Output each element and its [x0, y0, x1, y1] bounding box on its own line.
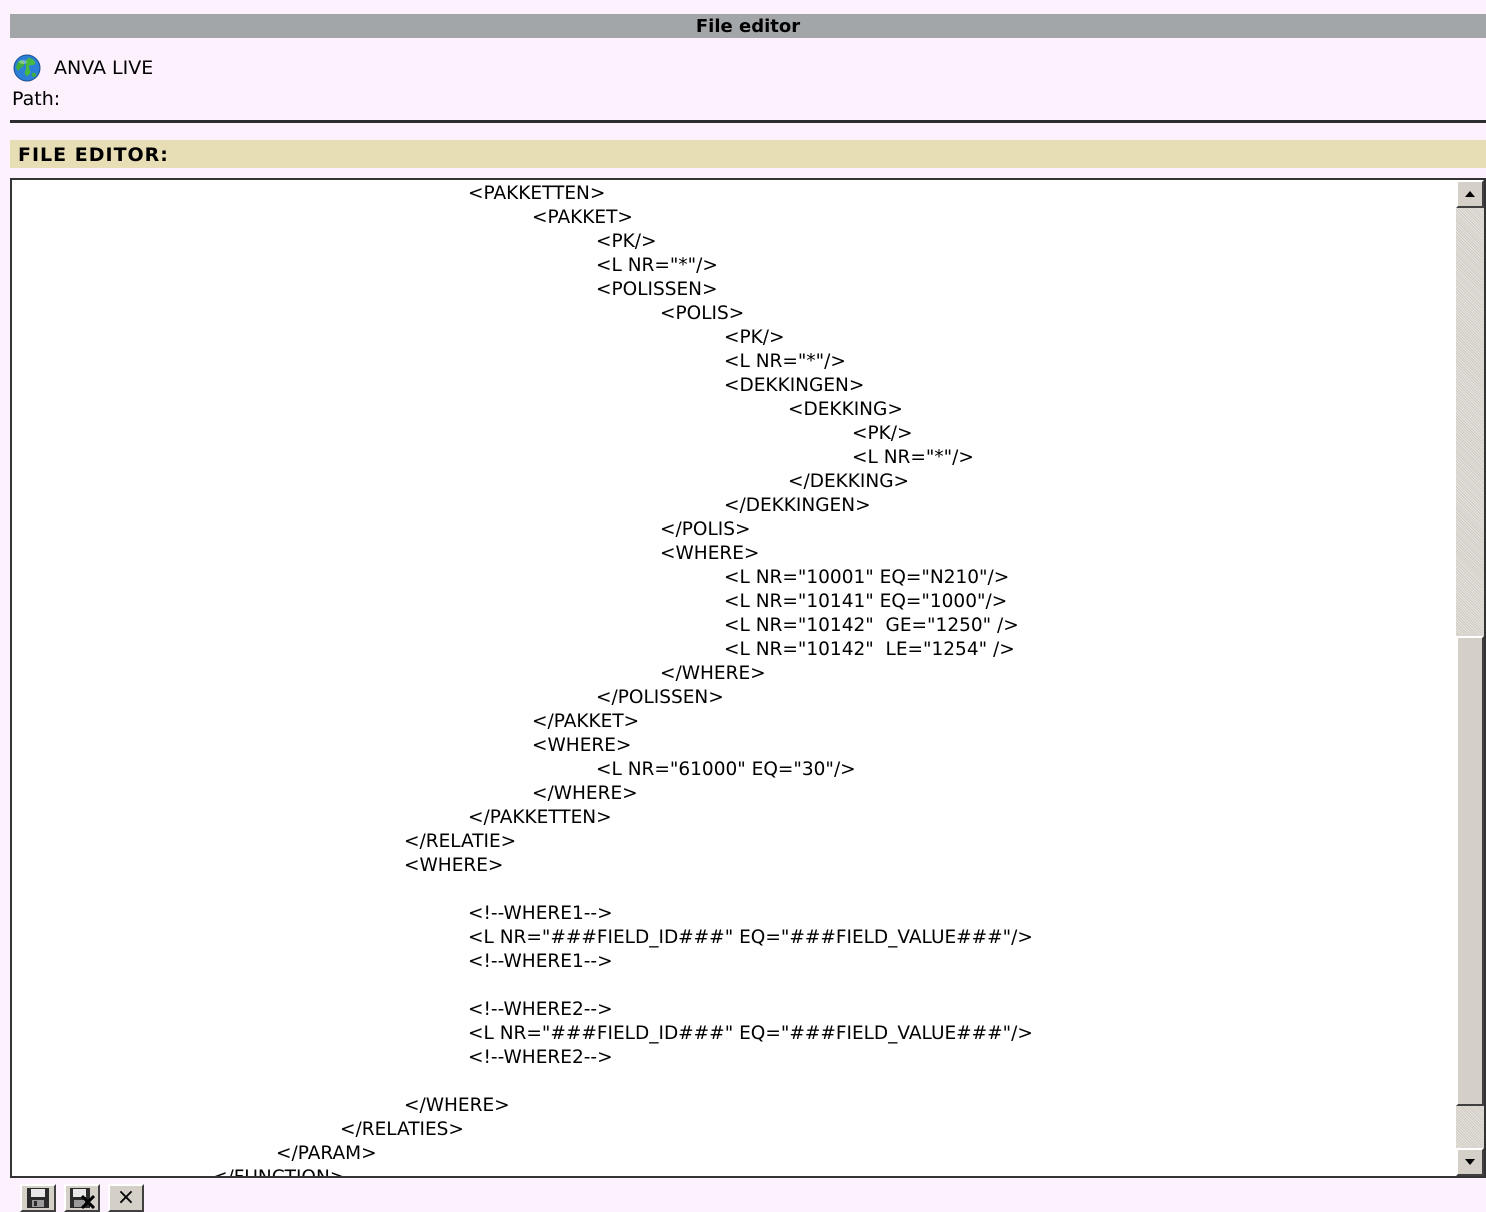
code-line: <PAKKETTEN> [468, 183, 606, 204]
code-line: </WHERE> [532, 783, 638, 804]
code-line: <L NR="*"/> [596, 255, 718, 276]
scroll-thumb[interactable] [1456, 636, 1484, 1106]
editor-toolbar: × [20, 1184, 144, 1212]
site-name: ANVA LIVE [54, 57, 154, 79]
code-line: </FUNCTION> [212, 1167, 346, 1178]
save-and-close-button[interactable] [64, 1184, 100, 1212]
floppy-disk-icon [27, 1188, 49, 1208]
code-line: <PK/> [596, 231, 657, 252]
code-line: <L NR="10141" EQ="1000"/> [724, 591, 1008, 612]
code-line: <!--WHERE2--> [468, 999, 613, 1020]
globe-icon [12, 53, 42, 83]
code-line: <L NR="10001" EQ="N210"/> [724, 567, 1010, 588]
path-label: Path: [12, 88, 61, 110]
code-line: </RELATIES> [340, 1119, 464, 1140]
window-title: File editor [10, 14, 1486, 38]
code-line: <PAKKET> [532, 207, 633, 228]
code-line: </RELATIE> [404, 831, 517, 852]
close-button[interactable]: × [108, 1184, 144, 1212]
code-line: </WHERE> [404, 1095, 510, 1116]
code-line: </DEKKING> [788, 471, 910, 492]
file-editor-page: File editor ANVA LIVE Path: FILE EDITOR:… [0, 0, 1486, 1212]
floppy-disk-close-icon [70, 1188, 95, 1209]
arrow-down-icon [1465, 1159, 1475, 1165]
site-row: ANVA LIVE [12, 54, 153, 82]
scroll-down-button[interactable] [1456, 1148, 1484, 1176]
divider [10, 120, 1486, 123]
file-editor-textarea[interactable]: <PAKKETTEN> <PAKKET> <PK/> <L NR="*"/> <POLI… [10, 178, 1486, 1178]
code-line: <L NR="###FIELD_ID###" EQ="###FIELD_VALU… [468, 927, 1033, 948]
code-line: </PARAM> [276, 1143, 377, 1164]
code-line: </POLISSEN> [596, 687, 724, 708]
section-heading: FILE EDITOR: [10, 140, 1486, 168]
arrow-up-icon [1465, 191, 1475, 197]
code-line: <!--WHERE2--> [468, 1047, 613, 1068]
vertical-scrollbar[interactable] [1456, 180, 1484, 1176]
code-line: <L NR="*"/> [852, 447, 974, 468]
save-button[interactable] [20, 1184, 56, 1212]
code-line: <DEKKING> [788, 399, 903, 420]
code-line: <POLIS> [660, 303, 745, 324]
code-line: <!--WHERE1--> [468, 903, 613, 924]
code-line: </PAKKET> [532, 711, 640, 732]
close-icon: × [116, 1185, 136, 1210]
code-line: </POLIS> [660, 519, 751, 540]
code-line: <WHERE> [660, 543, 760, 564]
code-line: </WHERE> [660, 663, 766, 684]
code-line: <PK/> [724, 327, 785, 348]
code-line: <L NR="10142" GE="1250" /> [724, 615, 1019, 636]
code-line: <POLISSEN> [596, 279, 718, 300]
code-line: <WHERE> [532, 735, 632, 756]
code-line: <WHERE> [404, 855, 504, 876]
code-line: <!--WHERE1--> [468, 951, 613, 972]
code-line: <DEKKINGEN> [724, 375, 865, 396]
code-line: <PK/> [852, 423, 913, 444]
code-line: </PAKKETTEN> [468, 807, 612, 828]
code-content[interactable]: <PAKKETTEN> <PAKKET> <PK/> <L NR="*"/> <POLI… [12, 180, 1454, 1176]
code-line: <L NR="10142" LE="1254" /> [724, 639, 1015, 660]
code-line: <L NR="*"/> [724, 351, 846, 372]
code-line: <L NR="61000" EQ="30"/> [596, 759, 856, 780]
code-line: </DEKKINGEN> [724, 495, 871, 516]
code-line: <L NR="###FIELD_ID###" EQ="###FIELD_VALU… [468, 1023, 1033, 1044]
scroll-up-button[interactable] [1456, 180, 1484, 208]
